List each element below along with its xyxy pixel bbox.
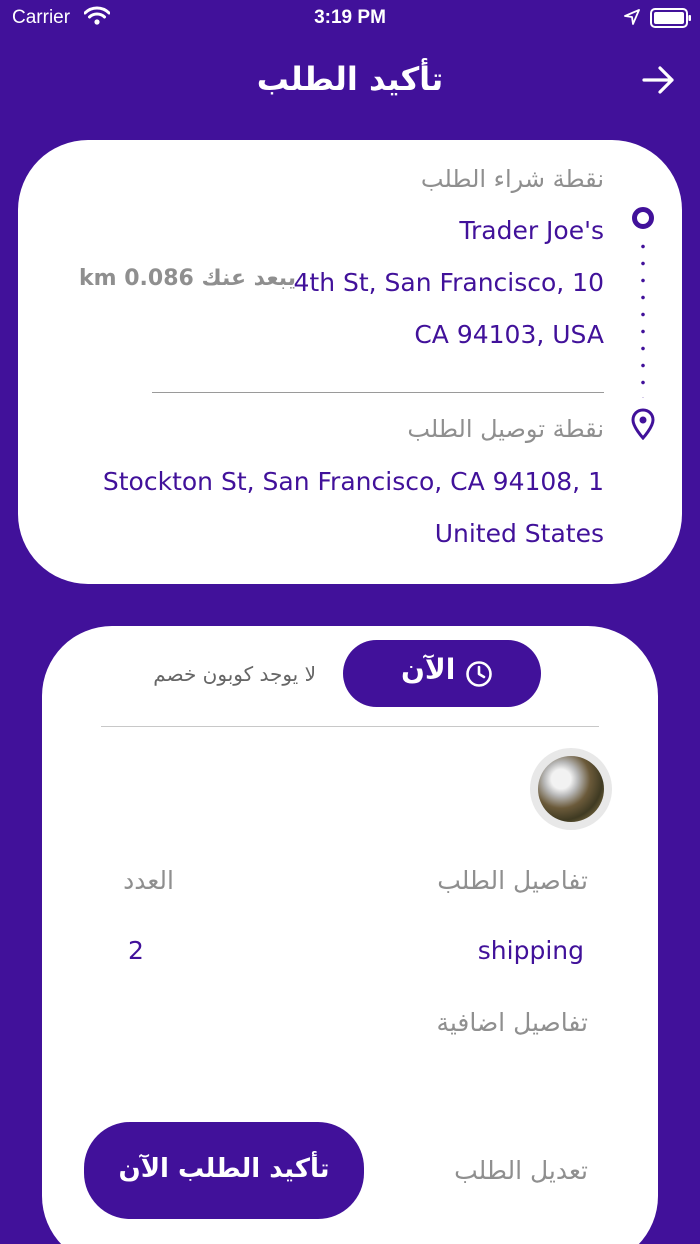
delivery-label: نقطة توصيل الطلب [407, 415, 604, 443]
order-item-quantity: 2 [128, 936, 144, 965]
arrow-right-icon[interactable] [640, 64, 678, 96]
confirm-order-button[interactable]: تأكيد الطلب الآن [84, 1122, 364, 1219]
store-avatar [530, 748, 612, 830]
coupon-status: لا يوجد كوبون خصم [153, 662, 316, 686]
page-title: تأكيد الطلب [256, 60, 444, 98]
order-item-name: shipping [477, 936, 584, 965]
pickup-address-line2: CA 94103, USA [414, 320, 604, 349]
pickup-label: نقطة شراء الطلب [420, 165, 604, 193]
delivery-time-button[interactable]: الآن [343, 640, 541, 707]
delivery-address-line1: Stockton St, San Francisco, CA 94108, 1 [102, 467, 604, 496]
order-divider [101, 726, 599, 727]
status-bar: Carrier 3:19 PM [0, 0, 700, 38]
address-divider [152, 392, 604, 393]
battery-icon [650, 8, 691, 28]
pickup-address-line1: 4th St, San Francisco, 10 [293, 268, 604, 297]
store-avatar-image [538, 756, 604, 822]
clock-icon [466, 661, 492, 687]
delivery-time-label: الآن [401, 653, 456, 686]
edit-order-link[interactable]: تعديل الطلب [454, 1156, 588, 1185]
extra-details-label: تفاصيل اضافية [436, 1008, 588, 1037]
pickup-store-name: Trader Joe's [459, 216, 604, 245]
pickup-point-icon [632, 207, 654, 229]
location-arrow-icon [624, 9, 640, 25]
pickup-distance: يبعد عنك 0.086 km [78, 266, 296, 291]
route-dotted-line [641, 238, 645, 398]
status-time: 3:19 PM [314, 7, 386, 28]
location-pin-icon [631, 408, 655, 440]
delivery-address-line2: United States [434, 519, 604, 548]
header: تأكيد الطلب [0, 52, 700, 116]
order-details-label: تفاصيل الطلب [437, 866, 588, 895]
confirm-order-label: تأكيد الطلب الآن [118, 1154, 330, 1184]
address-card [18, 140, 682, 584]
quantity-label: العدد [123, 866, 174, 895]
